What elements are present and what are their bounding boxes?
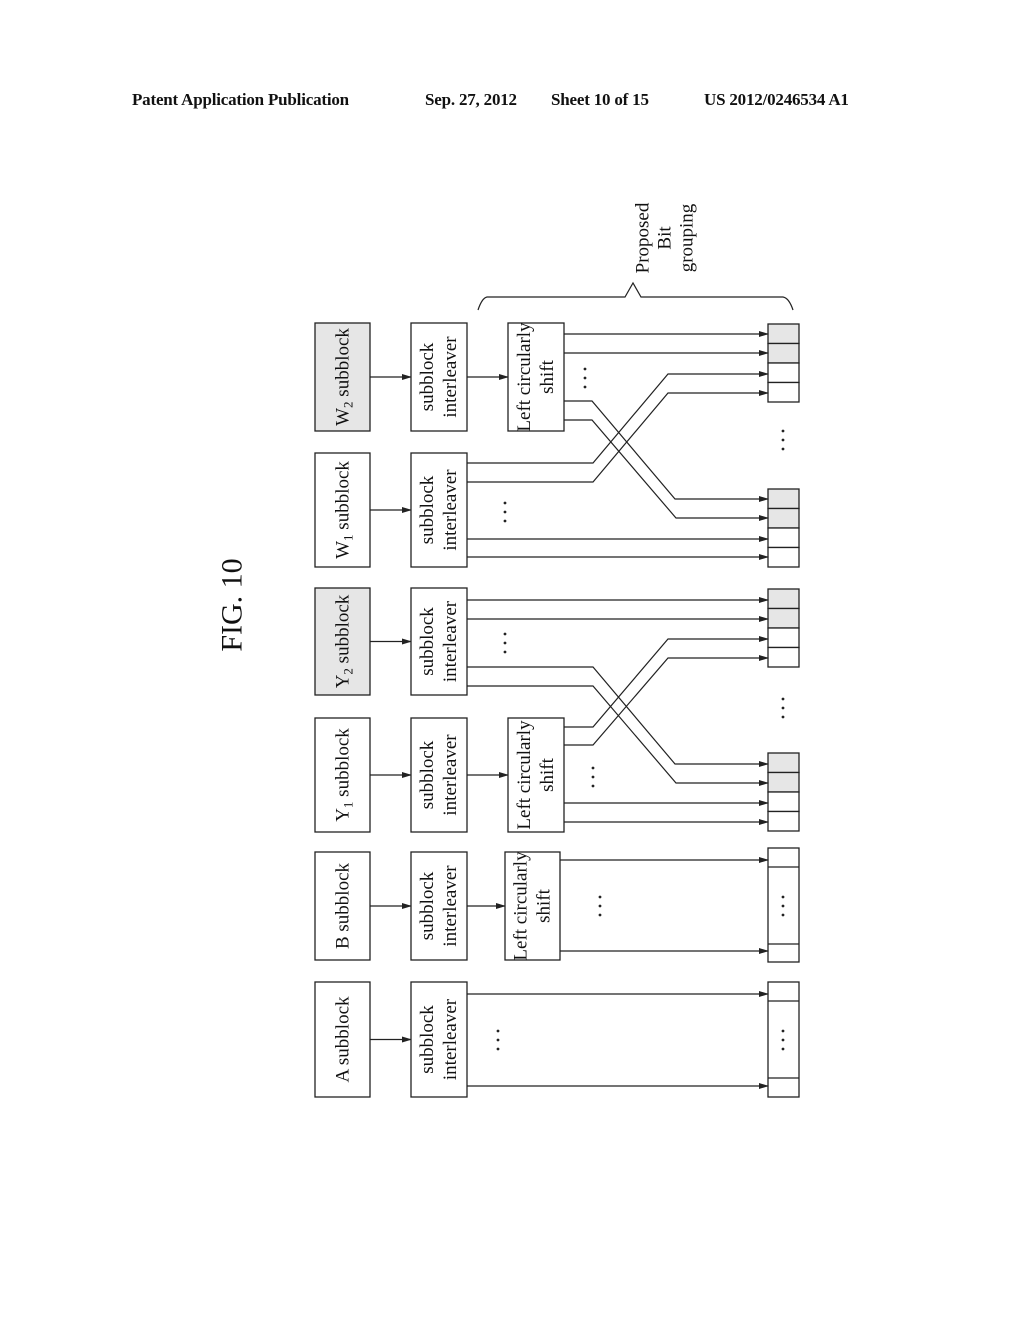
- cross-w2-to-w1: [564, 419, 769, 521]
- group-ellipsis: [781, 429, 785, 433]
- interleaver-label-y2: interleaver: [440, 600, 461, 682]
- shift-label-w2: shift: [537, 359, 558, 394]
- output-register-y2-cell: [767, 646, 800, 668]
- output-register-w2-cell: [767, 381, 800, 403]
- output-register-w1-cell: [767, 488, 800, 510]
- subblock-label-w1: W1 subblock: [332, 461, 355, 559]
- bit-grouping-label: grouping: [677, 203, 698, 272]
- register-ellipsis: [781, 1038, 785, 1042]
- ellipsis-y2: [503, 650, 507, 654]
- output-register-w1-cell: [767, 507, 800, 529]
- bit-grouping-brace: [477, 281, 794, 311]
- register-ellipsis: [781, 1047, 785, 1051]
- cross-w2-to-w1: [564, 400, 769, 502]
- interleaver-label-y1: interleaver: [440, 734, 461, 816]
- interleaver-label-w1: interleaver: [440, 469, 461, 551]
- cross-y1-to-y2: [564, 636, 769, 728]
- output-register-y1-cell: [767, 771, 800, 793]
- register-ellipsis: [781, 1029, 785, 1033]
- subblock-label-b: B subblock: [332, 862, 353, 949]
- interleaver-label-y1: subblock: [417, 740, 438, 809]
- output-register-y2-cell: [767, 607, 800, 629]
- interleaver-label-b: subblock: [417, 871, 438, 940]
- shift-label-b: shift: [534, 888, 555, 923]
- shift-label-b: Left circularly: [511, 851, 532, 961]
- ellipsis-w2: [583, 367, 587, 371]
- output-register-y1-cell: [767, 810, 800, 832]
- output-register-y1-cell: [767, 752, 800, 774]
- ellipsis-a: [496, 1047, 500, 1051]
- ellipsis-y1: [591, 766, 595, 770]
- ellipsis-y2: [503, 632, 507, 636]
- ellipsis-w1: [503, 501, 507, 505]
- output-register-y2-cell: [767, 627, 800, 649]
- interleaver-label-w2: interleaver: [440, 336, 461, 418]
- output-register-y2-cell: [767, 588, 800, 610]
- interleaver-label-w2: subblock: [417, 342, 438, 411]
- group-ellipsis: [781, 447, 785, 451]
- ellipsis-w2: [583, 385, 587, 389]
- ellipsis-b: [598, 913, 602, 917]
- shift-label-y1: shift: [537, 757, 558, 792]
- figure-title: FIG. 10: [216, 558, 249, 651]
- register-ellipsis: [781, 904, 785, 908]
- subblock-label-w2: W2 subblock: [332, 328, 355, 426]
- figure-diagram: FIG. 10W2 subblock subblock interleaver Lef…: [216, 202, 800, 1098]
- register-ellipsis: [781, 895, 785, 899]
- ellipsis-w1: [503, 510, 507, 514]
- interleaver-label-a: interleaver: [440, 998, 461, 1080]
- ellipsis-w2: [583, 376, 587, 380]
- ellipsis-y1: [591, 775, 595, 779]
- subblock-label-a: A subblock: [332, 996, 353, 1083]
- ellipsis-y1: [591, 784, 595, 788]
- interleaver-label-b: interleaver: [440, 865, 461, 947]
- shift-label-w2: Left circularly: [514, 322, 535, 432]
- ellipsis-w1: [503, 519, 507, 523]
- group-ellipsis: [781, 438, 785, 442]
- output-register-w2-cell: [767, 362, 800, 384]
- interleaver-label-w1: subblock: [417, 475, 438, 544]
- output-register-w2-cell: [767, 323, 800, 345]
- interleaver-label-a: subblock: [417, 1005, 438, 1074]
- group-ellipsis: [781, 715, 785, 719]
- group-ellipsis: [781, 697, 785, 701]
- output-register-w1-cell: [767, 546, 800, 568]
- bit-grouping-label: Proposed: [633, 202, 654, 273]
- group-ellipsis: [781, 706, 785, 710]
- output-register-w1-cell: [767, 527, 800, 549]
- ellipsis-b: [598, 904, 602, 908]
- ellipsis-b: [598, 895, 602, 899]
- register-ellipsis: [781, 913, 785, 917]
- output-register-w2-cell: [767, 342, 800, 364]
- output-register-y1-cell: [767, 791, 800, 813]
- shift-label-y1: Left circularly: [514, 720, 535, 830]
- cross-y1-to-y2: [564, 655, 769, 746]
- ellipsis-y2: [503, 641, 507, 645]
- ellipsis-a: [496, 1029, 500, 1033]
- bit-grouping-label: Bit: [655, 226, 676, 250]
- interleaver-label-y2: subblock: [417, 607, 438, 676]
- ellipsis-a: [496, 1038, 500, 1042]
